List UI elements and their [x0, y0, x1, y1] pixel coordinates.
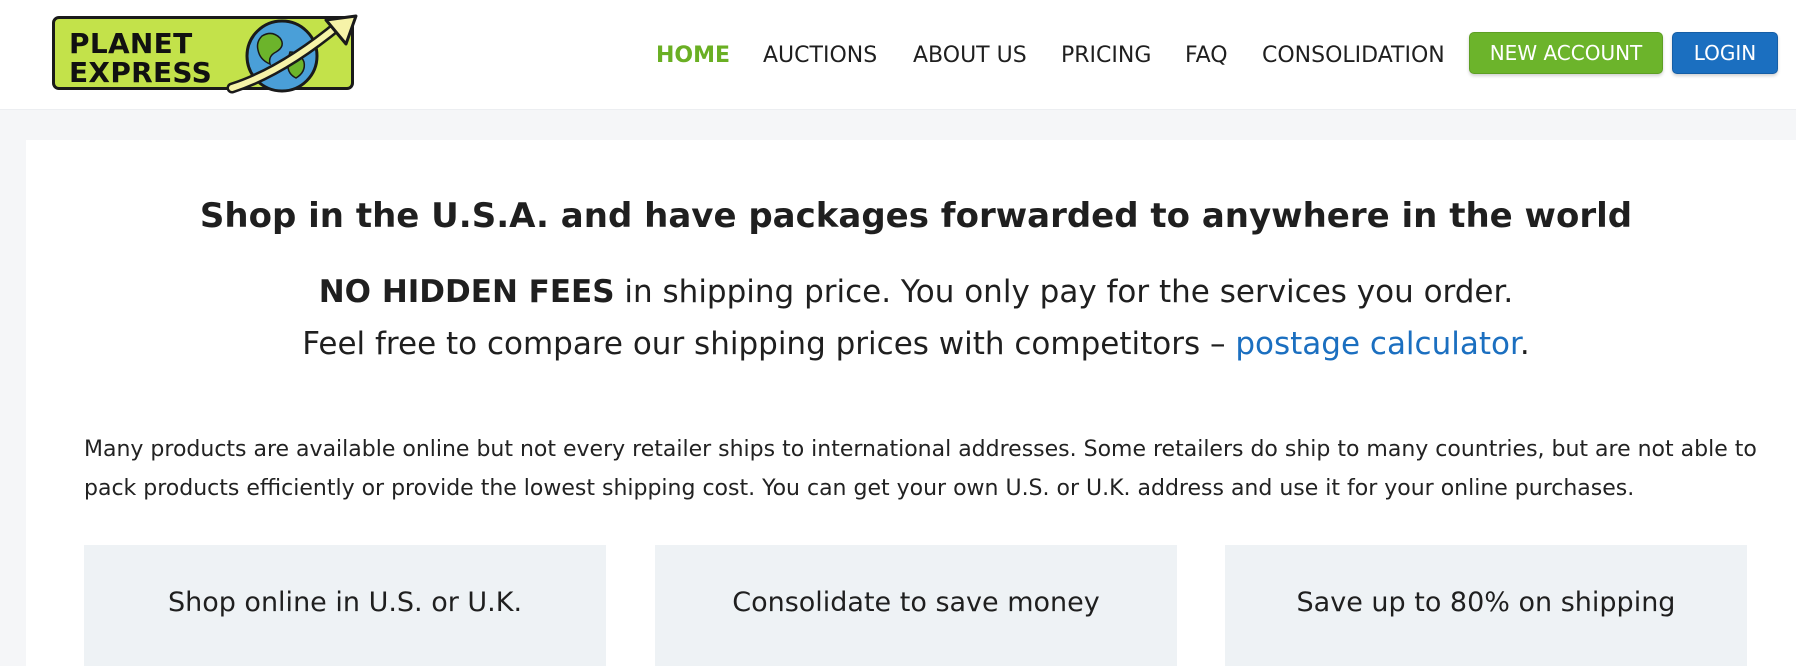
nav-auctions[interactable]: AUCTIONS — [763, 38, 877, 74]
nav-about-us[interactable]: ABOUT US — [913, 38, 1027, 74]
new-account-button[interactable]: NEW ACCOUNT — [1469, 32, 1663, 74]
nav-faq[interactable]: FAQ — [1185, 38, 1228, 74]
hero-compare-line: Feel free to compare our shipping prices… — [26, 326, 1796, 362]
compare-text: Feel free to compare our shipping prices… — [302, 326, 1236, 362]
feature-label: Save up to 80% on shipping — [1296, 587, 1676, 618]
postage-calculator-link[interactable]: postage calculator — [1235, 326, 1520, 362]
feature-card-consolidate[interactable]: Consolidate to save money — [655, 545, 1177, 666]
hero-headline: Shop in the U.S.A. and have packages for… — [199, 196, 1633, 236]
nav-pricing[interactable]: PRICING — [1061, 38, 1151, 74]
compare-period: . — [1519, 326, 1530, 362]
nav-home[interactable]: HOME — [656, 38, 730, 74]
nav-consolidation[interactable]: CONSOLIDATION — [1262, 38, 1445, 74]
no-hidden-fees-emphasis: NO HIDDEN FEES — [318, 274, 615, 310]
main-content-card: Shop in the U.S.A. and have packages for… — [26, 140, 1796, 666]
feature-label: Consolidate to save money — [732, 587, 1100, 618]
login-button[interactable]: LOGIN — [1672, 32, 1778, 74]
site-header: PLANET EXPRESS HOME AUCTIONS ABOUT US PR… — [0, 0, 1796, 110]
hero-no-hidden-fees: NO HIDDEN FEES in shipping price. You on… — [26, 274, 1796, 310]
no-hidden-fees-text: in shipping price. You only pay for the … — [614, 274, 1514, 310]
feature-card-save-shipping[interactable]: Save up to 80% on shipping — [1225, 545, 1747, 666]
feature-card-shop-online[interactable]: Shop online in U.S. or U.K. — [84, 545, 606, 666]
intro-paragraph: Many products are available online but n… — [84, 437, 1757, 501]
feature-label: Shop online in U.S. or U.K. — [167, 587, 523, 618]
